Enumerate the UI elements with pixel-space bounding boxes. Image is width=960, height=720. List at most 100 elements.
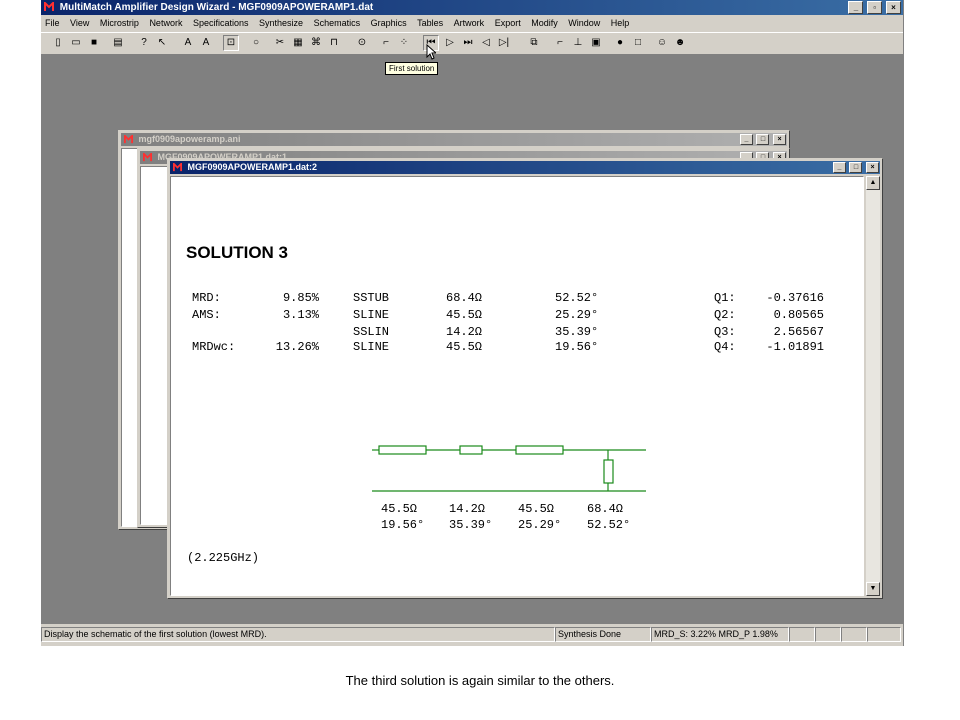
multimatch-logo-icon [124, 135, 133, 144]
q-value: -0.37616 [766, 291, 824, 305]
schematic-impedance: 45.5Ω [518, 502, 555, 516]
close-button[interactable]: × [773, 134, 786, 145]
scroll-up-icon[interactable]: ▲ [866, 176, 880, 190]
schematic-angle: 25.29° [518, 518, 562, 532]
menu-help[interactable]: Help [607, 15, 634, 31]
element-impedance: 68.4Ω [446, 291, 483, 305]
new-file-icon[interactable]: ▯ [51, 36, 65, 50]
tooltip: First solution [385, 62, 439, 75]
solution-heading: SOLUTION 3 [186, 243, 289, 262]
minimize-button[interactable]: _ [739, 134, 753, 145]
font-a-icon[interactable]: A [181, 36, 195, 50]
yellow-circle-icon[interactable]: ● [613, 36, 627, 50]
schematic-angle: 52.52° [587, 518, 631, 532]
menu-artwork[interactable]: Artwork [450, 15, 489, 31]
save-icon[interactable]: ■ [87, 36, 101, 50]
square-icon[interactable]: □ [631, 36, 645, 50]
child-titlebar[interactable]: mgf0909apoweramp.ani _ □ × [121, 133, 787, 146]
schematic-impedance: 68.4Ω [587, 502, 624, 516]
app-titlebar[interactable]: MultiMatch Amplifier Design Wizard - MGF… [41, 0, 903, 15]
line-icon[interactable]: ⌐ [553, 36, 567, 50]
scissors-icon[interactable]: ✂ [273, 36, 287, 50]
element-angle: 25.29° [555, 308, 599, 322]
schematic-angle: 19.56° [381, 518, 425, 532]
metric-value: 13.26% [275, 340, 319, 354]
font-b-icon[interactable]: A [199, 36, 213, 50]
menu-tables[interactable]: Tables [413, 15, 447, 31]
previous-solution-icon[interactable]: ◁ [479, 36, 493, 50]
q-label: Q1: [714, 291, 736, 305]
menu-microstrip[interactable]: Microstrip [96, 15, 143, 31]
solution-canvas [170, 176, 864, 596]
q-label: Q2: [714, 308, 736, 322]
schematic-angle: 35.39° [449, 518, 493, 532]
status-pane-c [841, 627, 867, 642]
menu-network[interactable]: Network [145, 15, 186, 31]
box-icon[interactable]: ▣ [589, 36, 603, 50]
minimize-button[interactable]: _ [848, 1, 864, 14]
element-type: SSTUB [353, 291, 390, 305]
menu-synthesize[interactable]: Synthesize [255, 15, 307, 31]
menu-specifications[interactable]: Specifications [189, 15, 253, 31]
context-help-icon[interactable]: ↖ [155, 36, 169, 50]
target-icon[interactable]: ⊙ [355, 36, 369, 50]
menu-bar: File View Microstrip Network Specificati… [41, 15, 903, 31]
menu-view[interactable]: View [66, 15, 93, 31]
q-label: Q3: [714, 325, 736, 339]
schematic-line [378, 445, 427, 455]
metric-label: MRD: [192, 291, 221, 305]
nodes-icon[interactable]: ⁘ [397, 36, 411, 50]
element-impedance: 14.2Ω [446, 325, 483, 339]
plot-icon[interactable]: ⌐ [379, 36, 393, 50]
menu-graphics[interactable]: Graphics [367, 15, 411, 31]
restore-button[interactable]: ▫ [867, 1, 883, 14]
element-impedance: 45.5Ω [446, 308, 483, 322]
minimize-button[interactable]: _ [832, 162, 846, 173]
component-icon[interactable]: ⊓ [327, 36, 341, 50]
element-type: SLINE [353, 340, 390, 354]
people-icon[interactable]: ☺ [655, 36, 669, 50]
element-angle: 19.56° [555, 340, 599, 354]
print-icon[interactable]: ▤ [111, 36, 125, 50]
metric-label: AMS: [192, 308, 221, 322]
step-end-icon[interactable]: ▷| [497, 36, 511, 50]
menu-export[interactable]: Export [491, 15, 525, 31]
help-icon[interactable]: ? [137, 36, 151, 50]
app-title: MultiMatch Amplifier Design Wizard - MGF… [59, 2, 374, 13]
element-type: SSLIN [353, 325, 390, 339]
element-type: SLINE [353, 308, 390, 322]
q-value: -1.01891 [766, 340, 824, 354]
metric-label: MRDwc: [192, 340, 236, 354]
user-icon[interactable]: ☻ [673, 36, 687, 50]
maximize-button[interactable]: □ [849, 162, 863, 173]
network-icon[interactable]: ⌘ [309, 36, 323, 50]
menu-file[interactable]: File [41, 15, 64, 31]
frequency-label: (2.225GHz) [187, 551, 260, 565]
element-angle: 52.52° [555, 291, 599, 305]
next-solution-icon[interactable]: ▷ [443, 36, 457, 50]
circle-tool-icon[interactable]: ○ [249, 36, 263, 50]
close-button[interactable]: × [886, 1, 901, 14]
menu-modify[interactable]: Modify [527, 15, 562, 31]
close-button[interactable]: × [866, 162, 879, 173]
maximize-button[interactable]: □ [756, 134, 770, 145]
grid-icon[interactable]: ▦ [291, 36, 305, 50]
open-folder-icon[interactable]: ▭ [69, 36, 83, 50]
caption: The third solution is again similar to t… [345, 673, 615, 688]
q-label: Q4: [714, 340, 736, 354]
menu-window[interactable]: Window [564, 15, 604, 31]
child-window-dat2[interactable]: MGF0909APOWERAMP1.dat:2 _ □ × ▲ ▼ [167, 158, 883, 599]
metric-value: 9.85% [282, 291, 319, 305]
stub-icon[interactable]: ⊥ [571, 36, 585, 50]
status-state: Synthesis Done [555, 627, 651, 642]
status-message: Display the schematic of the first solut… [41, 627, 555, 642]
scroll-down-icon[interactable]: ▼ [866, 582, 880, 596]
vertical-scrollbar[interactable]: ▲ ▼ [866, 176, 880, 596]
child-titlebar[interactable]: MGF0909APOWERAMP1.dat:2 _ □ × [170, 161, 880, 174]
element-impedance: 45.5Ω [446, 340, 483, 354]
last-solution-icon[interactable]: ⏭ [461, 36, 475, 50]
status-pane-b [815, 627, 841, 642]
copy-window-icon[interactable]: ⧉ [527, 36, 541, 50]
menu-schematics[interactable]: Schematics [310, 15, 365, 31]
resize-toggle-icon[interactable]: ⊡ [223, 35, 239, 51]
